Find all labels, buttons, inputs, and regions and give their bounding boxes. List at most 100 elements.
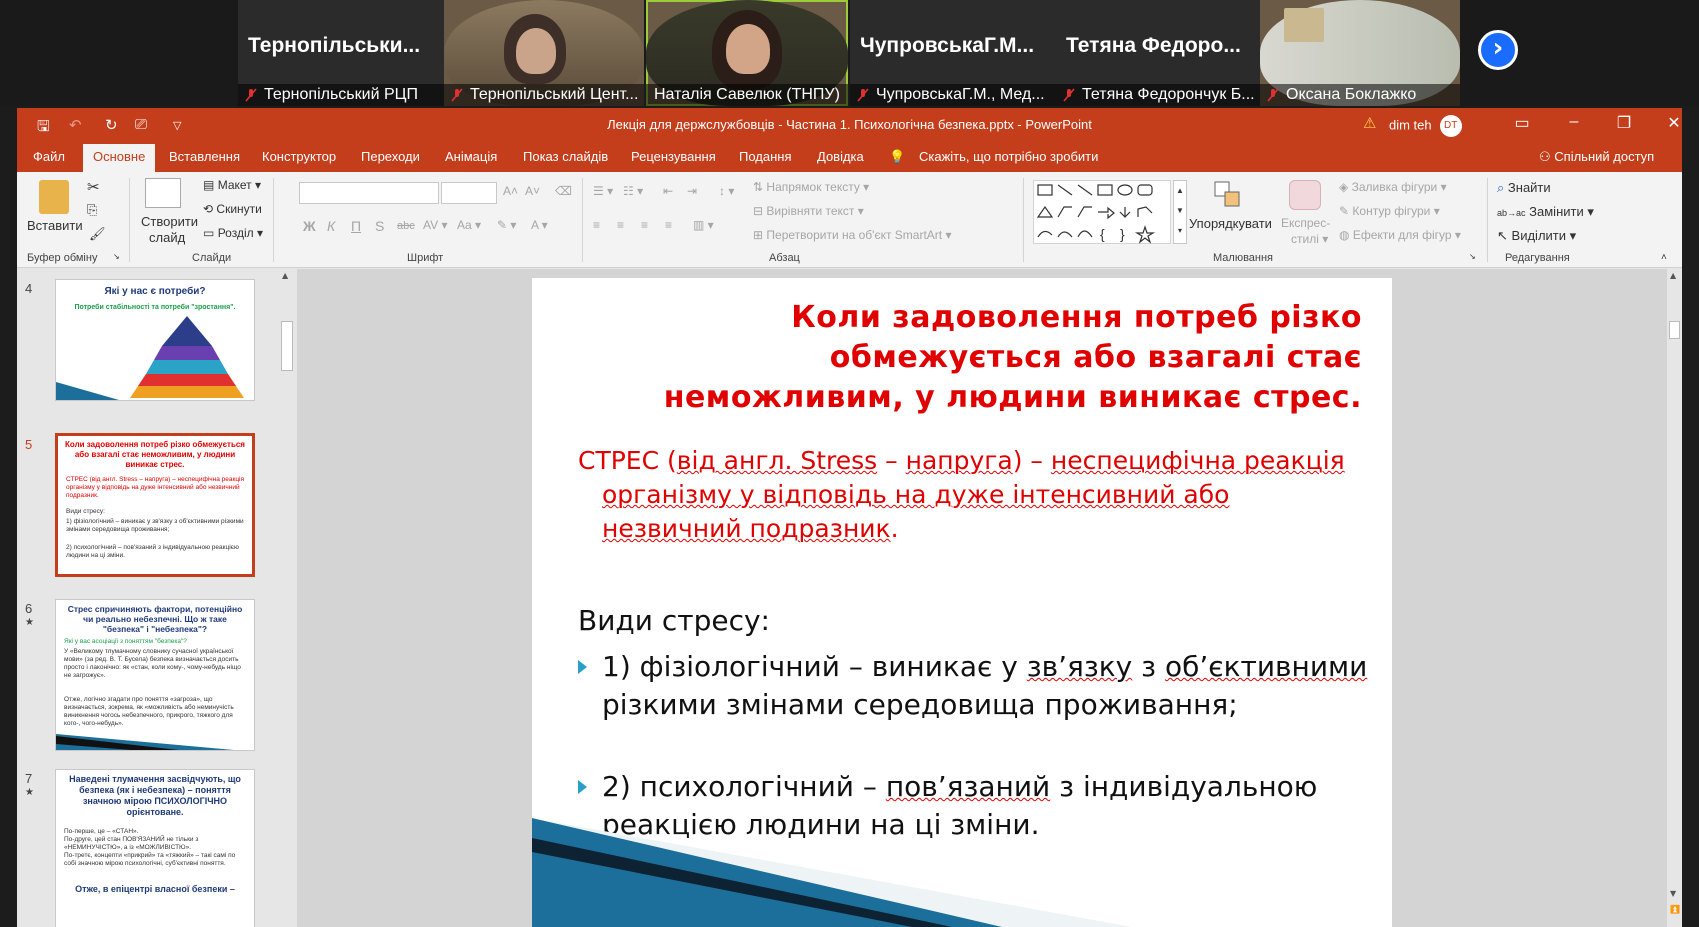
slide-thumbnail-4[interactable]: Які у нас є потреби? Потреби стабільност… (55, 279, 255, 401)
numbering-icon[interactable]: ☷ ▾ (623, 184, 643, 198)
participant-tile[interactable]: Тернопільський Цент... (444, 0, 644, 106)
scroll-up-icon[interactable]: ▲ (282, 271, 288, 280)
tell-me-search[interactable]: Скажіть, що потрібно зробити (919, 149, 1098, 164)
editor-scrollbar[interactable]: ▲ ▼ ⏫ (1667, 269, 1682, 927)
tab-insert[interactable]: Вставлення (169, 149, 240, 164)
font-size-input[interactable] (441, 182, 497, 204)
paste-icon[interactable] (39, 180, 69, 214)
text-direction-button[interactable]: ⇅ Напрямок тексту ▾ (753, 180, 869, 194)
underline-icon[interactable]: П (351, 218, 361, 234)
find-button[interactable]: ⌕ Знайти (1497, 180, 1551, 196)
shape-outline-button[interactable]: ✎ Контур фігури ▾ (1339, 204, 1440, 218)
participant-tile[interactable]: Тетяна Федоро... Тетяна Федорончук Б... (1056, 0, 1260, 106)
bullets-icon[interactable]: ☰ ▾ (593, 184, 613, 198)
redo-icon[interactable]: ↻ (105, 116, 118, 134)
tab-view[interactable]: Подання (739, 149, 792, 164)
stress-types-heading[interactable]: Види стресу: (578, 604, 770, 637)
format-painter-icon[interactable]: 🖌 (89, 226, 106, 242)
change-case-icon[interactable]: Aa ▾ (457, 218, 481, 232)
slide-thumbnail-6[interactable]: Стрес спричиняють фактори, потенційно чи… (55, 599, 255, 751)
cut-icon[interactable]: ✂ (87, 178, 100, 196)
increase-font-icon[interactable]: A˄ (503, 184, 518, 198)
participant-tile[interactable]: Оксана Боклажко (1260, 0, 1460, 106)
restore-icon[interactable]: ❐ (1609, 113, 1639, 133)
clear-formatting-icon[interactable]: ⌫ (555, 184, 572, 198)
italic-icon[interactable]: К (327, 218, 335, 234)
align-text-button[interactable]: ⊟ Вирівняти текст ▾ (753, 204, 864, 218)
start-slideshow-icon[interactable]: ⎚ (135, 116, 147, 133)
align-center-icon[interactable]: ≡ (617, 218, 624, 232)
scrollbar-thumb[interactable] (281, 321, 293, 371)
tab-slideshow[interactable]: Показ слайдів (523, 149, 608, 164)
participant-tile-active[interactable]: Наталія Савелюк (ТНПУ) (646, 0, 848, 106)
tab-review[interactable]: Рецензування (631, 149, 716, 164)
tab-animations[interactable]: Анімація (445, 149, 497, 164)
shapes-gallery[interactable]: {} (1033, 180, 1171, 244)
line-spacing-icon[interactable]: ↕ ▾ (719, 184, 734, 198)
new-slide-button[interactable]: Створити (141, 214, 198, 229)
paste-button[interactable]: Вставити (27, 218, 83, 233)
scrollbar-thumb[interactable] (1669, 321, 1680, 339)
share-button[interactable]: ⚇ Спільний доступ (1539, 149, 1654, 165)
close-icon[interactable]: ✕ (1659, 113, 1689, 133)
tab-file[interactable]: Файл (33, 149, 65, 164)
tab-transitions[interactable]: Переходи (361, 149, 420, 164)
quick-styles-button[interactable]: Експрес- (1281, 216, 1330, 230)
animation-star-icon: ★ (25, 787, 34, 798)
slide-thumbnail-5-selected[interactable]: Коли задоволення потреб різко обмежуєтьс… (55, 433, 255, 577)
layout-button[interactable]: ▤ Макет ▾ (203, 178, 261, 192)
quick-styles-icon[interactable] (1289, 180, 1321, 210)
customize-toolbar-icon[interactable]: ▽ (173, 119, 181, 132)
decrease-indent-icon[interactable]: ⇤ (663, 184, 673, 198)
increase-indent-icon[interactable]: ⇥ (687, 184, 697, 198)
select-button[interactable]: ↖ Виділити ▾ (1497, 228, 1576, 244)
smartart-button[interactable]: ⊞ Перетворити на об'єкт SmartArt ▾ (753, 228, 951, 242)
strikethrough-icon[interactable]: abc (397, 220, 415, 232)
decrease-font-icon[interactable]: A˅ (525, 184, 540, 198)
arrange-icon[interactable] (1213, 180, 1243, 210)
minimize-icon[interactable]: – (1559, 113, 1589, 131)
reset-button[interactable]: ⟲ Скинути (203, 202, 262, 216)
shapes-scroll[interactable]: ▲ ▼ ▾ (1173, 180, 1187, 244)
dialog-launcher-icon[interactable]: ↘ (113, 252, 120, 261)
ribbon-display-icon[interactable]: ▭ (1507, 113, 1537, 133)
dialog-launcher-icon[interactable]: ↘ (1469, 252, 1476, 261)
thumbnails-scrollbar[interactable]: ▲ (279, 269, 295, 927)
align-right-icon[interactable]: ≡ (641, 218, 648, 232)
save-icon[interactable]: 🖫 (37, 116, 50, 141)
stress-definition[interactable]: СТРЕС (від англ. Stress – напруга) – нес… (578, 444, 1358, 546)
scroll-up-icon[interactable]: ▲ (1670, 271, 1676, 280)
muted-mic-icon (857, 88, 869, 102)
participant-tile[interactable]: Тернопільськи... Тернопільський РЦП (238, 0, 444, 106)
slide-thumbnail-7[interactable]: Наведені тлумачення засвідчують, що безп… (55, 769, 255, 927)
columns-icon[interactable]: ▥ ▾ (693, 218, 714, 232)
justify-icon[interactable]: ≡ (665, 218, 672, 232)
section-button[interactable]: ▭ Розділ ▾ (203, 226, 263, 240)
tab-home[interactable]: Основне (83, 144, 156, 172)
tab-design[interactable]: Конструктор (262, 149, 336, 164)
current-slide[interactable]: Коли задоволення потреб різко обмежуєтьс… (532, 278, 1392, 927)
undo-icon[interactable]: ↶ (69, 116, 82, 134)
collapse-ribbon-icon[interactable]: ˄ (1661, 252, 1667, 263)
user-account[interactable]: dim teh DT (1389, 115, 1462, 137)
shape-fill-button[interactable]: ◈ Заливка фігури ▾ (1339, 180, 1447, 194)
previous-slide-icon[interactable]: ⏫ (1670, 905, 1680, 914)
arrange-button[interactable]: Упорядкувати (1189, 216, 1272, 231)
new-slide-icon[interactable] (145, 178, 181, 208)
copy-icon[interactable]: ⎘ (87, 202, 97, 218)
shape-effects-button[interactable]: ◍ Ефекти для фігур ▾ (1339, 228, 1461, 242)
tab-help[interactable]: Довідка (817, 149, 864, 164)
next-participants-button[interactable]: › (1478, 30, 1518, 70)
shadow-icon[interactable]: S (375, 218, 384, 234)
bullet-physiological[interactable]: 1) фізіологічний – виникає у зв’язку з о… (578, 648, 1368, 724)
replace-button[interactable]: ab→ac Замінити ▾ (1497, 204, 1594, 220)
highlight-icon[interactable]: ✎ ▾ (497, 218, 516, 232)
participant-tile[interactable]: ЧупровськаГ.М... ЧупровськаГ.М., Мед... (850, 0, 1056, 106)
scroll-down-icon[interactable]: ▼ (1670, 889, 1676, 898)
align-left-icon[interactable]: ≡ (593, 218, 600, 232)
font-name-input[interactable] (299, 182, 439, 204)
slide-title[interactable]: Коли задоволення потреб різко обмежуєтьс… (602, 298, 1362, 418)
font-color-icon[interactable]: A ▾ (531, 218, 548, 232)
bold-icon[interactable]: Ж (303, 218, 316, 234)
spacing-icon[interactable]: AV ▾ (423, 218, 447, 232)
